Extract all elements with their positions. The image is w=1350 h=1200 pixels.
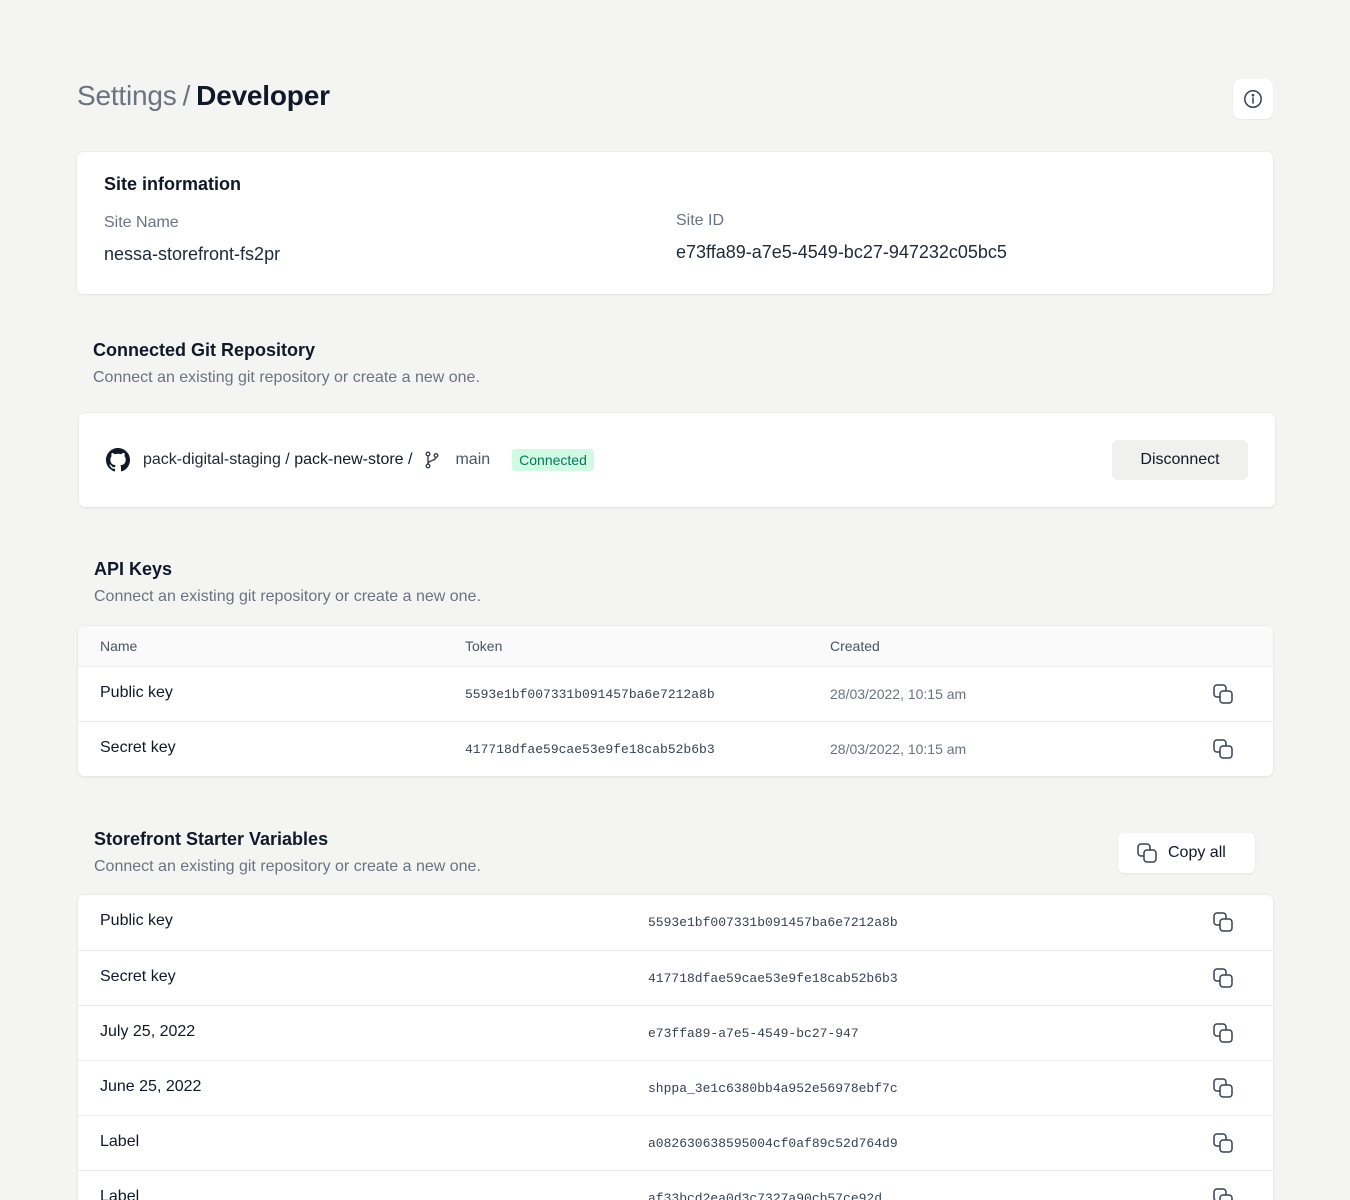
variable-name: Label [100, 1188, 140, 1200]
variable-value: e73ffa89-a7e5-4549-bc27-947 [648, 1026, 859, 1041]
copy-icon[interactable] [1212, 967, 1234, 989]
git-repository-row: pack-digital-staging / pack-new-store / … [106, 413, 594, 507]
table-header: Name Token Created [78, 626, 1273, 666]
storefront-vars-description: Connect an existing git repository or cr… [94, 858, 481, 875]
site-information-title: Site information [104, 174, 242, 194]
table-row: July 25, 2022 e73ffa89-a7e5-4549-bc27-94… [78, 1005, 1273, 1060]
column-header-name: Name [100, 638, 138, 654]
api-keys-title: API Keys [94, 559, 173, 579]
github-icon [106, 448, 130, 472]
api-key-name: Public key [100, 684, 173, 701]
status-badge: Connected [512, 449, 594, 471]
variable-value: 5593e1bf007331b091457ba6e7212a8b [648, 915, 898, 930]
api-key-created: 28/03/2022, 10:15 am [830, 741, 967, 757]
variable-name: Public key [100, 912, 173, 929]
info-button[interactable] [1233, 79, 1273, 119]
copy-icon [1137, 843, 1157, 863]
site-id-label: Site ID [676, 212, 725, 229]
table-row: Public key 5593e1bf007331b091457ba6e7212… [78, 895, 1273, 950]
variable-name: Secret key [100, 968, 176, 985]
site-name-value: nessa-storefront-fs2pr [104, 244, 281, 264]
table-row: Label a082630638595004cf0af89c52d764d9 [78, 1115, 1273, 1170]
copy-icon[interactable] [1212, 1077, 1234, 1099]
variable-value: a082630638595004cf0af89c52d764d9 [648, 1136, 898, 1151]
disconnect-button[interactable]: Disconnect [1112, 440, 1248, 480]
copy-all-button[interactable]: Copy all [1118, 833, 1255, 873]
copy-icon[interactable] [1212, 683, 1234, 705]
git-repo-name: pack-new-store / [294, 451, 413, 468]
variable-value: af33bcd2ea0d3c7327a90cb57ce92d [648, 1191, 883, 1200]
api-keys-table: Name Token Created Public key 5593e1bf00… [78, 626, 1273, 776]
variable-name: July 25, 2022 [100, 1023, 196, 1040]
copy-icon[interactable] [1212, 738, 1234, 760]
table-row: June 25, 2022 shppa_3e1c6380bb4a952e5697… [78, 1060, 1273, 1115]
breadcrumb: Settings / Developer [77, 80, 330, 112]
git-repository-path[interactable]: pack-digital-staging / pack-new-store / [143, 451, 412, 469]
api-key-token: 5593e1bf007331b091457ba6e7212a8b [465, 687, 715, 702]
storefront-vars-title: Storefront Starter Variables [94, 829, 329, 849]
git-branch-icon [424, 451, 440, 469]
site-name-label: Site Name [104, 214, 179, 231]
page-title: Developer [196, 80, 330, 111]
git-repo-owner: pack-digital-staging / [143, 451, 290, 468]
git-section-description: Connect an existing git repository or cr… [93, 369, 480, 386]
storefront-vars-table: Public key 5593e1bf007331b091457ba6e7212… [78, 895, 1273, 1200]
table-row: Public key 5593e1bf007331b091457ba6e7212… [78, 666, 1273, 721]
column-header-created: Created [830, 638, 880, 654]
api-key-created: 28/03/2022, 10:15 am [830, 686, 967, 702]
breadcrumb-settings-link[interactable]: Settings [77, 80, 177, 111]
variable-value: 417718dfae59cae53e9fe18cab52b6b3 [648, 971, 898, 986]
variable-value: shppa_3e1c6380bb4a952e56978ebf7c [648, 1081, 898, 1096]
table-row: Label af33bcd2ea0d3c7327a90cb57ce92d [78, 1170, 1273, 1200]
column-header-token: Token [465, 638, 503, 654]
api-keys-description: Connect an existing git repository or cr… [94, 588, 481, 605]
copy-all-label: Copy all [1168, 844, 1226, 861]
api-key-name: Secret key [100, 739, 176, 756]
variable-name: June 25, 2022 [100, 1078, 202, 1095]
table-row: Secret key 417718dfae59cae53e9fe18cab52b… [78, 721, 1273, 776]
copy-icon[interactable] [1212, 911, 1234, 933]
git-section-title: Connected Git Repository [93, 340, 316, 360]
copy-icon[interactable] [1212, 1132, 1234, 1154]
api-key-token: 417718dfae59cae53e9fe18cab52b6b3 [465, 742, 715, 757]
developer-settings-page: Settings / Developer Site information Site… [0, 0, 1350, 1200]
site-information-card: Site information Site Name nessa-storefr… [77, 152, 1273, 294]
git-repository-card: pack-digital-staging / pack-new-store / … [79, 413, 1275, 507]
copy-icon[interactable] [1212, 1187, 1234, 1200]
variable-name: Label [100, 1133, 140, 1150]
site-id-value: e73ffa89-a7e5-4549-bc27-947232c05bc5 [676, 242, 1007, 262]
breadcrumb-separator: / [182, 80, 191, 111]
table-row: Secret key 417718dfae59cae53e9fe18cab52b… [78, 950, 1273, 1005]
info-circle-icon [1244, 90, 1262, 108]
git-branch-name: main [455, 451, 491, 468]
copy-icon[interactable] [1212, 1022, 1234, 1044]
